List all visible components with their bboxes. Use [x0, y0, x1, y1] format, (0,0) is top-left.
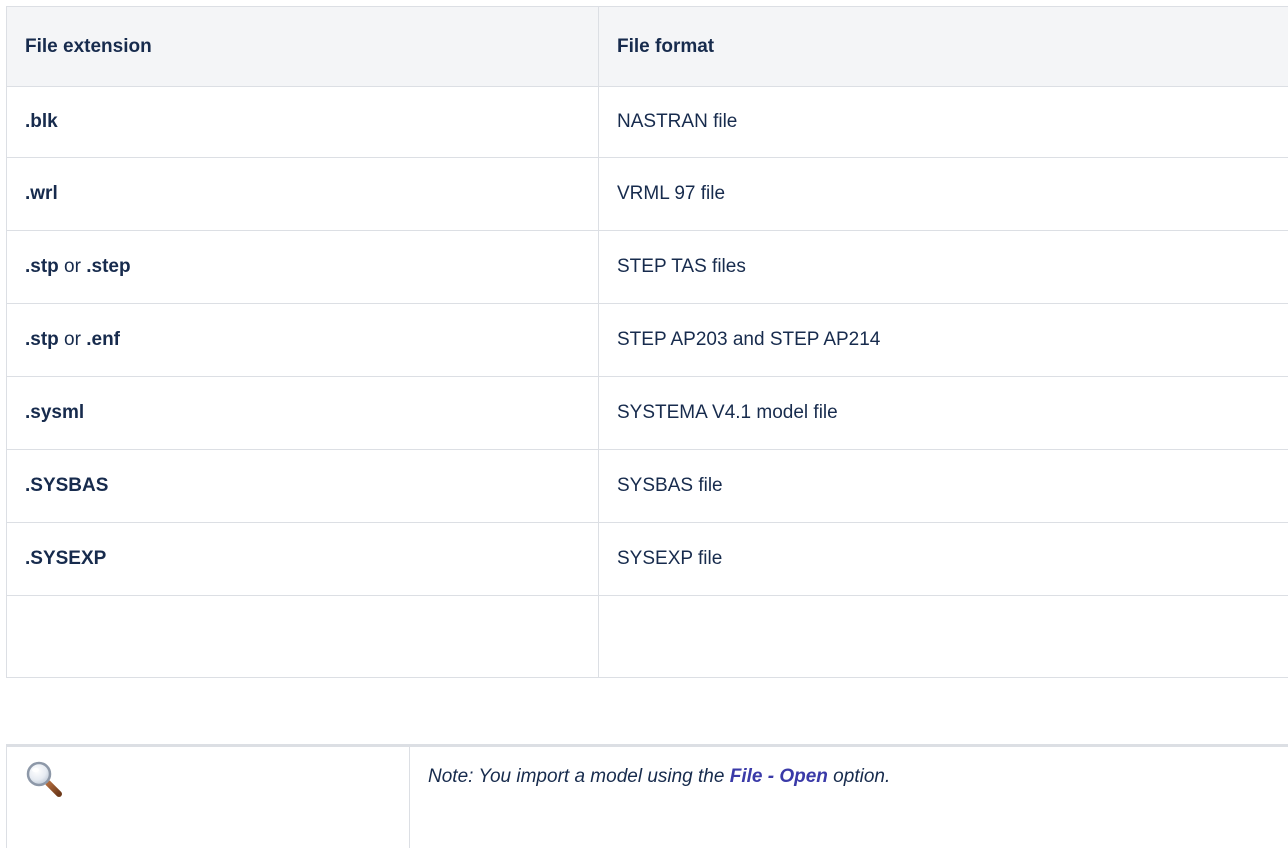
- file-format-cell: STEP AP203 and STEP AP214: [598, 303, 1288, 377]
- table-row: .stp or .enf STEP AP203 and STEP AP214: [6, 303, 1288, 377]
- file-extension-cell: .SYSBAS: [6, 449, 599, 523]
- note-text: Note: You import a model using the File …: [410, 747, 1288, 789]
- note-text-cell: Note: You import a model using the File …: [409, 745, 1288, 848]
- extension: .sysml: [25, 402, 85, 423]
- file-format-cell: NASTRAN file: [598, 86, 1288, 158]
- extension: .SYSBAS: [25, 475, 109, 496]
- note-suffix: option.: [827, 766, 891, 787]
- table-row: .stp or .step STEP TAS files: [6, 230, 1288, 304]
- page: File extension File format .blk NASTRAN …: [0, 0, 1288, 848]
- extension: .SYSEXP: [25, 548, 107, 569]
- extension: .stp: [25, 256, 59, 277]
- file-formats-table: File extension File format .blk NASTRAN …: [6, 6, 1288, 678]
- column-header-file-format: File format: [598, 6, 1288, 87]
- table-row: .wrl VRML 97 file: [6, 157, 1288, 231]
- table-row: .SYSEXP SYSEXP file: [6, 522, 1288, 596]
- extension-separator: or: [58, 329, 87, 350]
- file-format-cell: VRML 97 file: [598, 157, 1288, 231]
- table-row: .blk NASTRAN file: [6, 86, 1288, 158]
- file-extension-cell: .stp or .enf: [6, 303, 599, 377]
- file-format-cell: SYSEXP file: [598, 522, 1288, 596]
- file-format-cell: STEP TAS files: [598, 230, 1288, 304]
- extension: .stp: [25, 329, 59, 350]
- table-row-empty: [6, 595, 1288, 678]
- extension: .blk: [25, 111, 58, 132]
- note-icon-cell: [6, 745, 410, 848]
- file-extension-cell: [6, 595, 599, 678]
- note-panel: Note: You import a model using the File …: [6, 744, 1288, 848]
- file-format-cell: [598, 595, 1288, 678]
- table-row: .sysml SYSTEMA V4.1 model file: [6, 376, 1288, 450]
- extension-alt: .enf: [86, 329, 121, 350]
- file-extension-cell: .stp or .step: [6, 230, 599, 304]
- file-format-cell: SYSTEMA V4.1 model file: [598, 376, 1288, 450]
- note-prefix: Note: You import a model using the: [428, 766, 730, 787]
- magnifier-icon: [26, 761, 62, 797]
- file-open-link[interactable]: File - Open: [730, 766, 828, 787]
- extension-separator: or: [58, 256, 87, 277]
- note-row: Note: You import a model using the File …: [6, 745, 1288, 848]
- extension-alt: .step: [86, 256, 131, 277]
- file-extension-cell: .sysml: [6, 376, 599, 450]
- file-format-cell: SYSBAS file: [598, 449, 1288, 523]
- file-extension-cell: .blk: [6, 86, 599, 158]
- extension: .wrl: [25, 183, 58, 204]
- table-row: .SYSBAS SYSBAS file: [6, 449, 1288, 523]
- file-extension-cell: .SYSEXP: [6, 522, 599, 596]
- column-header-file-extension: File extension: [6, 6, 599, 87]
- table-header-row: File extension File format: [6, 6, 1288, 87]
- file-extension-cell: .wrl: [6, 157, 599, 231]
